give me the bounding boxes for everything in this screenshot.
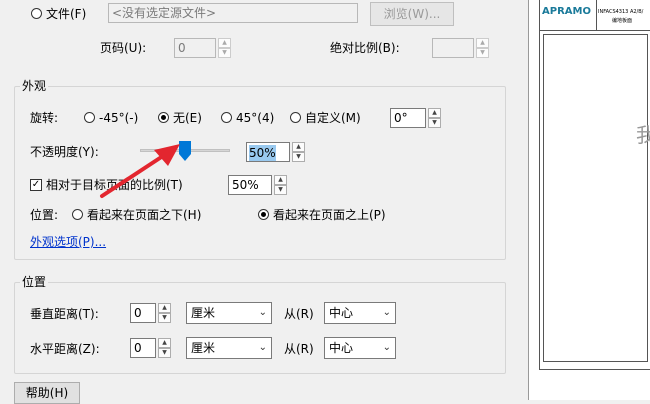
horizontal-from-select[interactable]: 中心 ⌄ [324, 337, 396, 359]
rotation-neg45-radio[interactable] [84, 112, 95, 123]
appearance-options-link[interactable]: 外观选项(P)... [30, 234, 106, 250]
rotation-neg45-label: -45°(-) [99, 111, 139, 125]
position-title: 位置 [20, 274, 49, 290]
help-button[interactable]: 帮助(H) [14, 382, 80, 404]
chevron-down-icon: ⌄ [382, 307, 391, 318]
preview-logo: APRAMO [542, 6, 591, 17]
rotation-45-label: 45°(4) [236, 111, 275, 125]
rotation-custom-label: 自定义(M) [305, 111, 361, 125]
preview-header-divider [596, 0, 597, 30]
rotation-none-label: 无(E) [173, 111, 202, 125]
file-label: 文件(F) [46, 7, 87, 21]
abs-scale-field[interactable] [432, 38, 474, 58]
position-mode-label: 位置: [30, 208, 59, 222]
vertical-distance-label: 垂直距离(T): [30, 307, 99, 321]
page-field[interactable]: 0 [174, 38, 216, 58]
rotation-label: 旋转: [30, 111, 59, 125]
file-radio[interactable] [31, 8, 42, 19]
vertical-distance-stepper[interactable]: ▲ ▼ [158, 303, 171, 323]
preview-watermark: 我 [636, 123, 650, 147]
opacity-stepper[interactable]: ▲ ▼ [292, 142, 305, 162]
position-front-label: 看起来在页面之上(P) [273, 208, 386, 222]
rotation-custom-field[interactable]: 0° [390, 108, 426, 128]
preview-header: APRAMO INFACS4313 A2/B/ 编地板面 [540, 0, 650, 31]
browse-button[interactable]: 浏览(W)... [370, 2, 454, 26]
chevron-down-icon: ⌄ [382, 342, 391, 353]
position-behind-label: 看起来在页面之下(H) [87, 208, 202, 222]
position-group [14, 282, 506, 374]
horizontal-unit-value: 厘米 [191, 341, 216, 355]
page-label: 页码(U): [100, 41, 147, 55]
horizontal-distance-field[interactable]: 0 [130, 338, 156, 358]
rotation-45-radio[interactable] [221, 112, 232, 123]
horizontal-distance-stepper[interactable]: ▲ ▼ [158, 338, 171, 358]
relative-scale-stepper[interactable]: ▲ ▼ [274, 175, 287, 195]
preview-pane: APRAMO INFACS4313 A2/B/ 编地板面 我 [528, 0, 650, 400]
opacity-label: 不透明度(Y): [30, 145, 99, 159]
relative-scale-field[interactable]: 50% [228, 175, 272, 195]
vertical-from-value: 中心 [329, 306, 354, 320]
preview-header-text: INFACS4313 A2/B/ [598, 9, 644, 15]
rotation-custom-radio[interactable] [290, 112, 301, 123]
page-stepper[interactable]: ▲ ▼ [218, 38, 231, 58]
relative-scale-checkbox[interactable]: ✓ [30, 179, 42, 191]
vertical-unit-value: 厘米 [191, 306, 216, 320]
preview-body: 我 [543, 34, 650, 362]
vertical-distance-field[interactable]: 0 [130, 303, 156, 323]
horizontal-from-label: 从(R) [284, 342, 314, 356]
appearance-title: 外观 [20, 78, 49, 94]
horizontal-from-value: 中心 [329, 341, 354, 355]
vertical-from-label: 从(R) [284, 307, 314, 321]
vertical-unit-select[interactable]: 厘米 ⌄ [186, 302, 272, 324]
rotation-none-radio[interactable] [158, 112, 169, 123]
chevron-down-icon: ⌄ [258, 342, 267, 353]
horizontal-unit-select[interactable]: 厘米 ⌄ [186, 337, 272, 359]
preview-page: APRAMO INFACS4313 A2/B/ 编地板面 我 [539, 0, 650, 370]
position-front-radio[interactable] [258, 209, 269, 220]
abs-scale-stepper[interactable]: ▲ ▼ [476, 38, 489, 58]
vertical-from-select[interactable]: 中心 ⌄ [324, 302, 396, 324]
source-file-field[interactable]: <没有选定源文件> [108, 3, 358, 23]
annotation-arrow-icon [100, 144, 180, 198]
position-behind-radio[interactable] [72, 209, 83, 220]
rotation-custom-stepper[interactable]: ▲ ▼ [428, 108, 441, 128]
chevron-down-icon: ⌄ [258, 307, 267, 318]
horizontal-distance-label: 水平距离(Z): [30, 342, 100, 356]
opacity-field[interactable]: 50% [246, 142, 290, 162]
preview-header-sub: 编地板面 [612, 18, 633, 24]
opacity-value: 50% [249, 145, 276, 161]
abs-scale-label: 绝对比例(B): [330, 41, 400, 55]
